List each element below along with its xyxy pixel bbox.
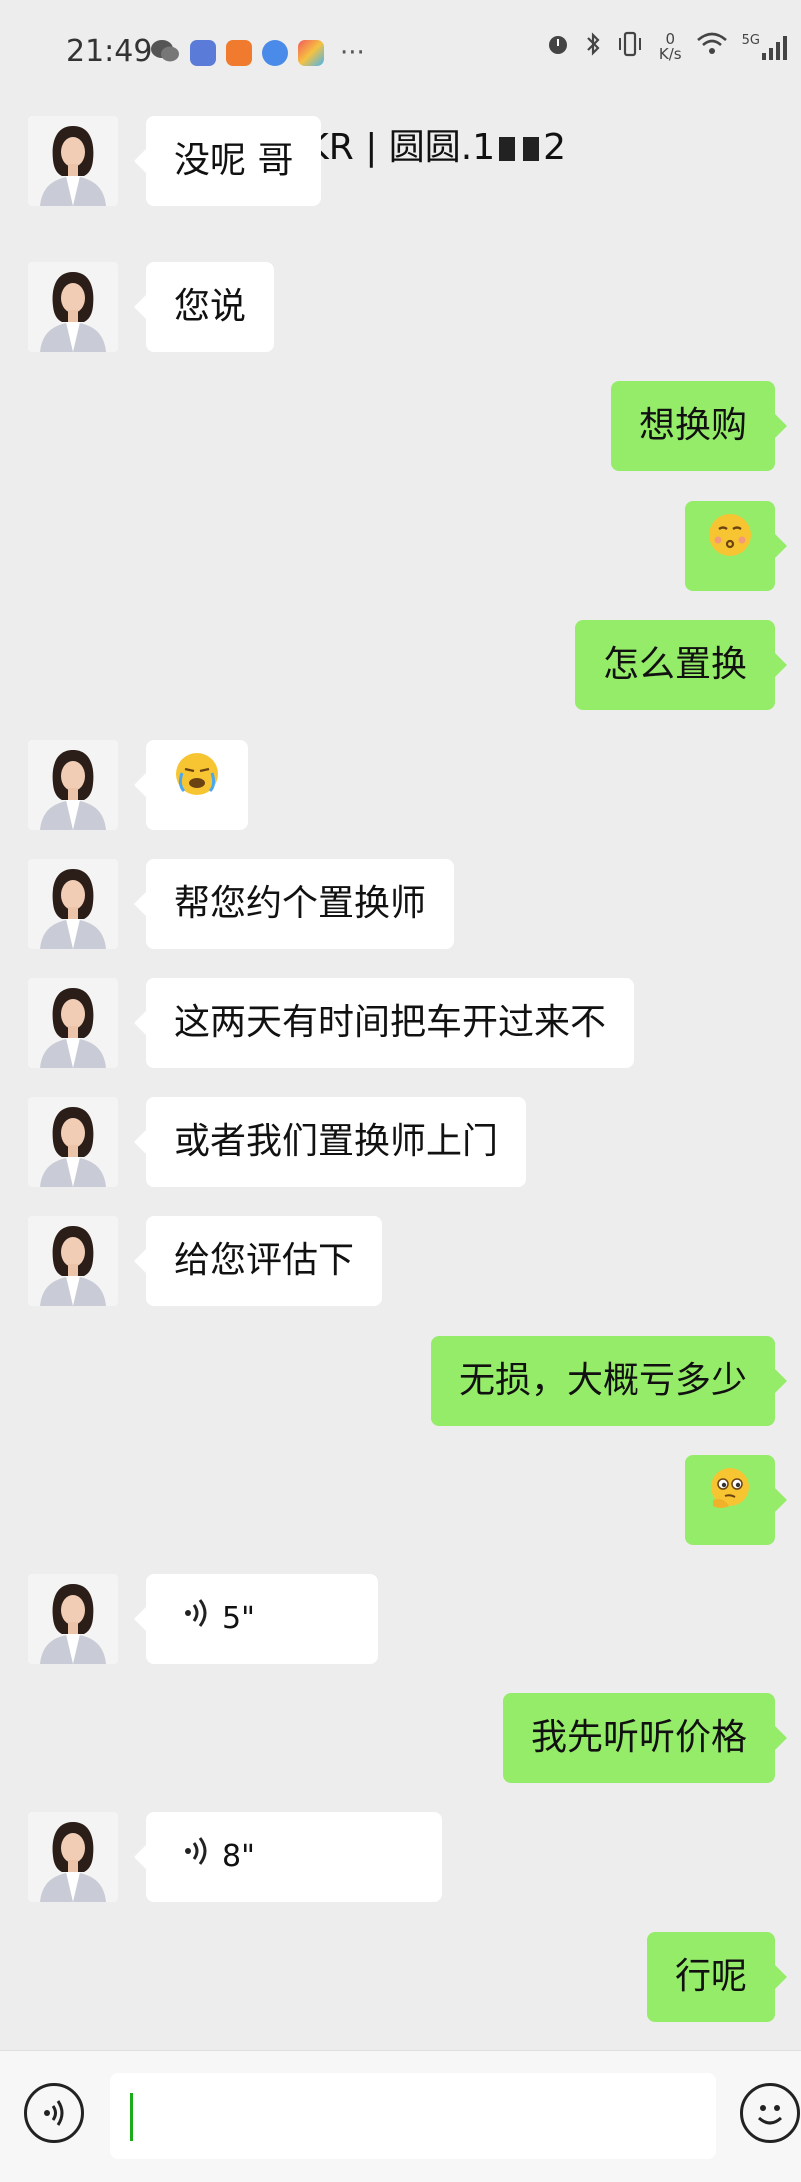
avatar[interactable] [28,116,118,206]
voice-message-bubble[interactable]: 5" [134,1574,378,1664]
voice-wave-icon [184,1574,210,1664]
video-app-icon [226,40,252,66]
bluetooth-icon [585,30,601,64]
message-bubble[interactable]: 行呢 [646,1932,788,2022]
avatar[interactable] [28,1216,118,1306]
message-text: 没呢 哥 [174,140,294,181]
status-indicators: 0 K/s 5G [545,30,787,64]
chat-title: ZEEKR | 圆圆.1 2 [0,118,801,170]
wifi-icon [696,31,728,63]
avatar[interactable] [28,1097,118,1187]
message-text: 这两天有时间把车开过来不 [174,1002,607,1043]
music-app-icon [190,40,216,66]
emoji-button[interactable] [740,2083,800,2143]
avatar[interactable] [28,1574,118,1664]
message-input[interactable] [110,2073,716,2159]
message-bubble[interactable]: 我先听听价格 [502,1693,788,1783]
vibrate-icon [615,30,645,64]
network-speed: 0 K/s [659,32,682,62]
network-speed-unit: K/s [658,45,682,63]
message-bubble[interactable]: 怎么置换 [574,620,788,710]
voice-duration: 8" [222,1839,255,1874]
thinking-face-emoji-icon [707,1456,753,1546]
message-bubble[interactable]: 无损，大概亏多少 [430,1336,788,1426]
message-bubble[interactable]: 您说 [133,262,275,352]
avatar[interactable] [28,1812,118,1902]
chat-title-suffix: 2 [543,127,567,168]
message-text: 或者我们置换师上门 [174,1121,499,1162]
message-text: 想换购 [638,405,747,446]
avatar[interactable] [28,262,118,352]
message-bubble[interactable]: 这两天有时间把车开过来不 [133,978,635,1068]
redaction-mark [523,137,540,161]
message-text: 您说 [174,286,247,327]
voice-input-icon [44,2100,64,2126]
network-type-label: 5G [741,33,760,48]
message-text: 给您评估下 [174,1240,355,1281]
redaction-mark [499,137,516,161]
message-bubble[interactable]: 没呢 哥 [133,116,322,206]
more-notifications-icon: ··· [340,38,365,68]
avatar[interactable] [28,740,118,830]
smiley-icon [757,2105,783,2125]
voice-input-button[interactable] [24,2083,84,2143]
tool-app-icon [298,40,324,66]
emoji-bubble[interactable] [134,740,248,831]
wechat-icon [150,38,180,68]
avatar[interactable] [28,978,118,1068]
message-bubble[interactable]: 给您评估下 [133,1216,383,1306]
status-app-icons: ··· [150,38,365,68]
message-bubble[interactable]: 或者我们置换师上门 [133,1097,527,1187]
alarm-icon [545,31,571,63]
message-bubble[interactable]: 想换购 [610,381,788,471]
message-text: 行呢 [674,1956,747,1997]
kissing-face-emoji-icon [707,502,753,592]
voice-duration: 5" [222,1601,255,1636]
voice-message: 5" [184,1574,340,1664]
message-text: 怎么置换 [602,644,747,685]
message-text: 我先听听价格 [530,1717,747,1758]
input-bar [0,2050,801,2182]
message-text: 无损，大概亏多少 [458,1360,747,1401]
signal-strength-icon [762,34,787,60]
emoji-bubble[interactable] [685,1455,787,1546]
voice-message-bubble[interactable]: 8" [134,1812,442,1902]
message-bubble[interactable]: 帮您约个置换师 [133,859,455,949]
status-time: 21:49 [66,34,153,69]
voice-wave-icon [184,1812,210,1902]
emoji-bubble[interactable] [685,501,787,592]
avatar[interactable] [28,859,118,949]
crying-face-emoji-icon [174,741,220,831]
text-cursor [130,2093,133,2141]
status-bar: 21:49 ··· 0 K/s 5G [0,0,801,100]
voice-message: 8" [184,1812,404,1902]
message-text: 帮您约个置换师 [174,883,427,924]
chat-header: ZEEKR | 圆圆.1 2 [0,100,801,190]
browser-app-icon [262,40,288,66]
